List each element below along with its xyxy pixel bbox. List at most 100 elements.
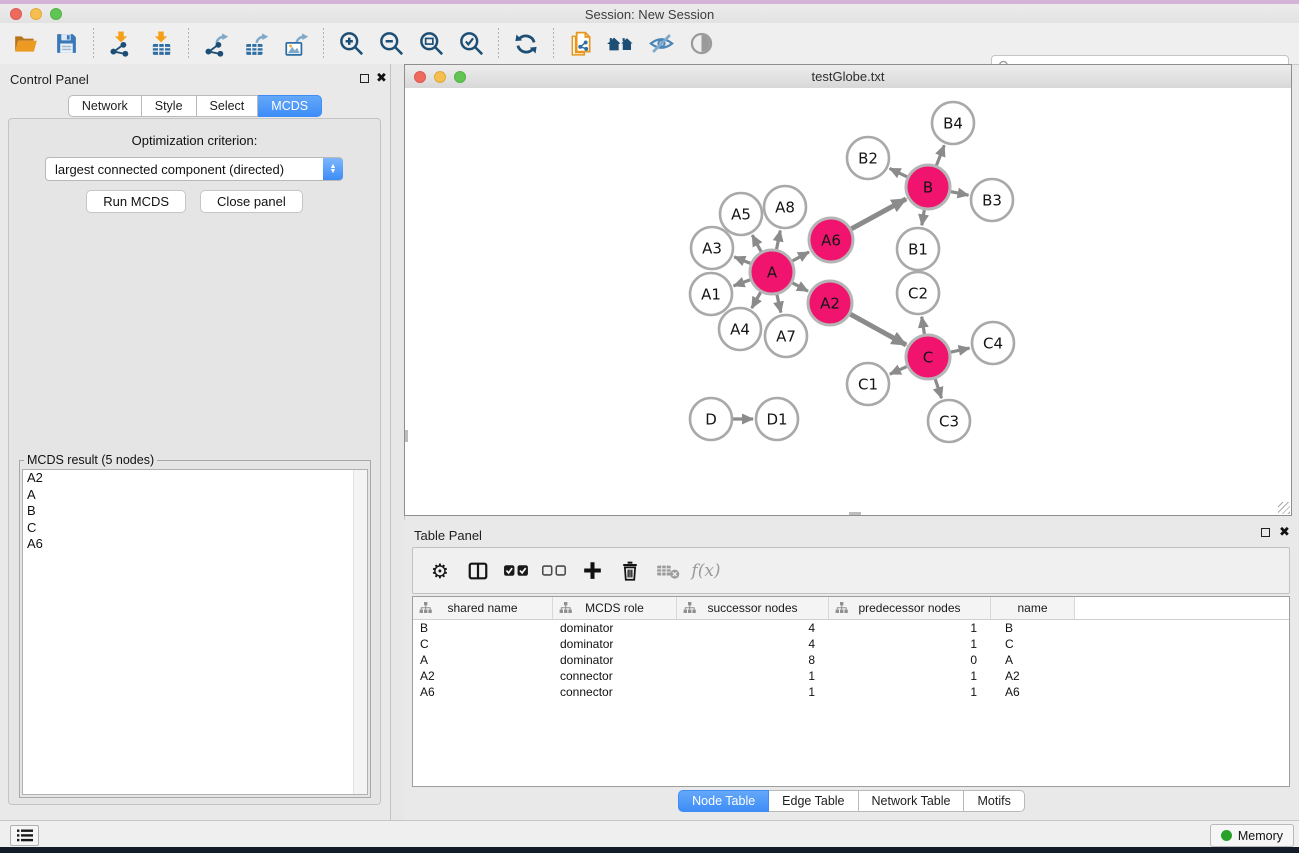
table-row[interactable]: A6connector11A6: [413, 684, 1289, 700]
graph-node-A8[interactable]: A8: [764, 186, 806, 228]
criterion-dropdown[interactable]: largest connected component (directed) ▲…: [45, 157, 343, 181]
graph-node-B4[interactable]: B4: [932, 102, 974, 144]
zoom-fit-icon[interactable]: [416, 29, 446, 59]
delete-column-icon[interactable]: [615, 556, 645, 586]
graph-edge-A-A7[interactable]: [777, 294, 781, 312]
network-window-titlebar[interactable]: testGlobe.txt: [405, 65, 1291, 89]
graph-node-C[interactable]: C: [906, 335, 950, 379]
table-settings-icon[interactable]: ⚙: [425, 556, 455, 586]
node-table[interactable]: shared nameMCDS rolesuccessor nodesprede…: [412, 596, 1290, 787]
column-header-successor-nodes[interactable]: successor nodes: [677, 597, 829, 619]
graph-node-C1[interactable]: C1: [847, 363, 889, 405]
graph-edge-A-A4[interactable]: [752, 292, 761, 308]
column-header-mcds-role[interactable]: MCDS role: [553, 597, 677, 619]
level-of-detail-icon[interactable]: [686, 29, 716, 59]
graph-node-A1[interactable]: A1: [690, 273, 732, 315]
graph-edge-C-C1[interactable]: [890, 366, 907, 374]
mcds-result-list[interactable]: A2ABCA6: [22, 469, 368, 795]
function-builder-icon[interactable]: f(x): [691, 556, 721, 586]
float-panel-icon[interactable]: [360, 74, 369, 83]
graph-node-B[interactable]: B: [906, 165, 950, 209]
graph-node-A[interactable]: A: [750, 250, 794, 294]
graph-node-A7[interactable]: A7: [765, 315, 807, 357]
graph-edge-A-A3[interactable]: [734, 257, 750, 264]
mcds-result-item[interactable]: A2: [23, 470, 367, 487]
graph-node-D[interactable]: D: [690, 398, 732, 440]
add-column-icon[interactable]: [577, 556, 607, 586]
tab-network[interactable]: Network: [68, 95, 142, 117]
tab-node-table[interactable]: Node Table: [678, 790, 769, 812]
network-canvas[interactable]: B4 B2 B B3 A8A5 A6 A3 B1 A C2 A1 A2 A4A7 C4 C C1 C3 D D1: [405, 88, 1291, 515]
float-table-panel-icon[interactable]: [1261, 528, 1270, 537]
import-table-icon[interactable]: [146, 29, 176, 59]
deselect-all-icon[interactable]: [539, 556, 569, 586]
graph-node-D1[interactable]: D1: [756, 398, 798, 440]
tab-mcds[interactable]: MCDS: [258, 95, 322, 117]
open-session-icon[interactable]: [11, 29, 41, 59]
network-hscroll-thumb[interactable]: [849, 512, 861, 515]
tab-style[interactable]: Style: [142, 95, 197, 117]
task-history-button[interactable]: [10, 825, 39, 846]
mcds-result-item[interactable]: A: [23, 487, 367, 504]
graph-edge-B-B1[interactable]: [922, 210, 925, 226]
graph-node-C2[interactable]: C2: [897, 272, 939, 314]
graph-edge-B-B3[interactable]: [951, 192, 969, 196]
graph-edge-B-B2[interactable]: [890, 168, 908, 177]
tab-motifs[interactable]: Motifs: [964, 790, 1024, 812]
save-session-icon[interactable]: [51, 29, 81, 59]
graph-node-C3[interactable]: C3: [928, 400, 970, 442]
graph-node-B1[interactable]: B1: [897, 228, 939, 270]
graph-edge-A2-C[interactable]: [850, 314, 906, 345]
clone-network-icon[interactable]: [566, 29, 596, 59]
run-mcds-button[interactable]: Run MCDS: [86, 190, 186, 213]
mcds-result-item[interactable]: C: [23, 520, 367, 537]
graph-edge-A-A5[interactable]: [752, 235, 761, 252]
refresh-icon[interactable]: [511, 29, 541, 59]
graph-edge-A-A8[interactable]: [777, 231, 781, 250]
select-all-icon[interactable]: [501, 556, 531, 586]
graph-edge-A6-B[interactable]: [851, 199, 906, 229]
column-header-name[interactable]: name: [991, 597, 1075, 619]
zoom-in-icon[interactable]: [336, 29, 366, 59]
tab-network-table[interactable]: Network Table: [859, 790, 965, 812]
panel-splitter[interactable]: [391, 64, 405, 820]
table-row[interactable]: Adominator80A: [413, 652, 1289, 668]
tab-select[interactable]: Select: [197, 95, 259, 117]
export-table-icon[interactable]: [241, 29, 271, 59]
close-table-panel-icon[interactable]: ✖: [1279, 527, 1290, 538]
graph-node-B2[interactable]: B2: [847, 137, 889, 179]
graph-node-A4[interactable]: A4: [719, 308, 761, 350]
close-panel-icon[interactable]: ✖: [376, 73, 387, 84]
graph-node-B3[interactable]: B3: [971, 179, 1013, 221]
import-network-icon[interactable]: [106, 29, 136, 59]
table-row[interactable]: Bdominator41B: [413, 620, 1289, 636]
graph-edge-C-C3[interactable]: [935, 379, 941, 398]
column-header-predecessor-nodes[interactable]: predecessor nodes: [829, 597, 991, 619]
graph-node-A6[interactable]: A6: [809, 218, 853, 262]
column-header-shared-name[interactable]: shared name: [413, 597, 553, 619]
graph-node-C4[interactable]: C4: [972, 322, 1014, 364]
hide-graphics-icon[interactable]: [646, 29, 676, 59]
table-row[interactable]: Cdominator41C: [413, 636, 1289, 652]
zoom-selected-icon[interactable]: [456, 29, 486, 59]
table-row[interactable]: A2connector11A2: [413, 668, 1289, 684]
export-network-icon[interactable]: [201, 29, 231, 59]
result-list-scrollbar[interactable]: [353, 470, 367, 794]
mcds-result-item[interactable]: B: [23, 503, 367, 520]
tab-edge-table[interactable]: Edge Table: [769, 790, 858, 812]
export-image-icon[interactable]: [281, 29, 311, 59]
graph-node-A3[interactable]: A3: [691, 227, 733, 269]
network-resize-grip[interactable]: [1278, 502, 1290, 514]
memory-button[interactable]: Memory: [1210, 824, 1294, 847]
graph-edge-C-C2[interactable]: [922, 317, 925, 335]
graph-edge-A-A6[interactable]: [792, 252, 809, 261]
first-neighbors-icon[interactable]: [606, 29, 636, 59]
delete-table-icon[interactable]: [653, 556, 683, 586]
graph-node-A5[interactable]: A5: [720, 193, 762, 235]
column-visibility-icon[interactable]: [463, 556, 493, 586]
network-vscroll-thumb[interactable]: [405, 430, 408, 442]
graph-edge-C-C4[interactable]: [950, 348, 969, 352]
zoom-out-icon[interactable]: [376, 29, 406, 59]
graph-edge-A-A1[interactable]: [734, 280, 751, 286]
graph-node-A2[interactable]: A2: [808, 281, 852, 325]
